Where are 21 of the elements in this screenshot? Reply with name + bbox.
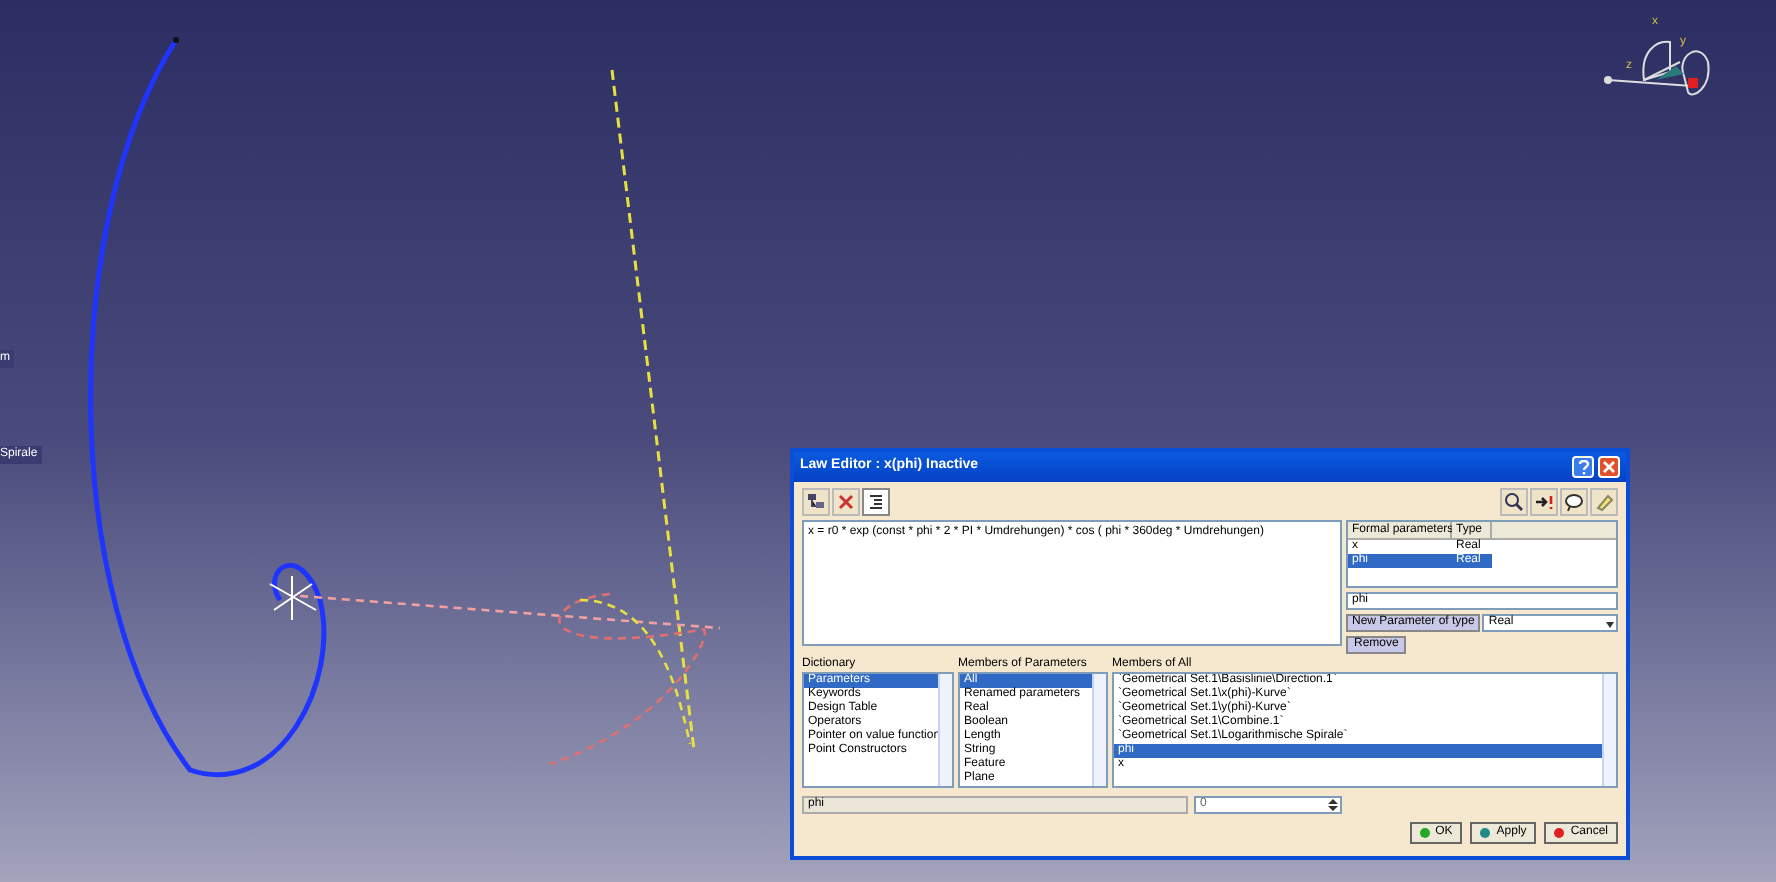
scrollbar[interactable] [1602,674,1616,786]
tree-icon [806,492,826,512]
error-icon [836,492,856,512]
close-icon [1602,460,1616,474]
eraser-icon [1594,492,1614,512]
toolbar-button[interactable] [1560,488,1588,516]
help-icon [1577,459,1589,475]
toolbar-button[interactable] [1530,488,1558,516]
toolbar-button[interactable] [1500,488,1528,516]
close-button[interactable] [1598,456,1620,478]
search-icon [1504,492,1524,512]
arrow-icon [1534,492,1554,512]
caret-icon [1604,617,1616,629]
scrollbar[interactable] [938,674,952,786]
scrollbar[interactable] [1092,674,1106,786]
help-button[interactable] [1572,456,1594,478]
speech-bubble-icon [1564,492,1584,512]
spinner-icon [1326,798,1340,812]
toolbar-button[interactable] [802,488,830,516]
toolbar-button[interactable] [862,488,890,516]
text-lines-icon [866,492,886,512]
